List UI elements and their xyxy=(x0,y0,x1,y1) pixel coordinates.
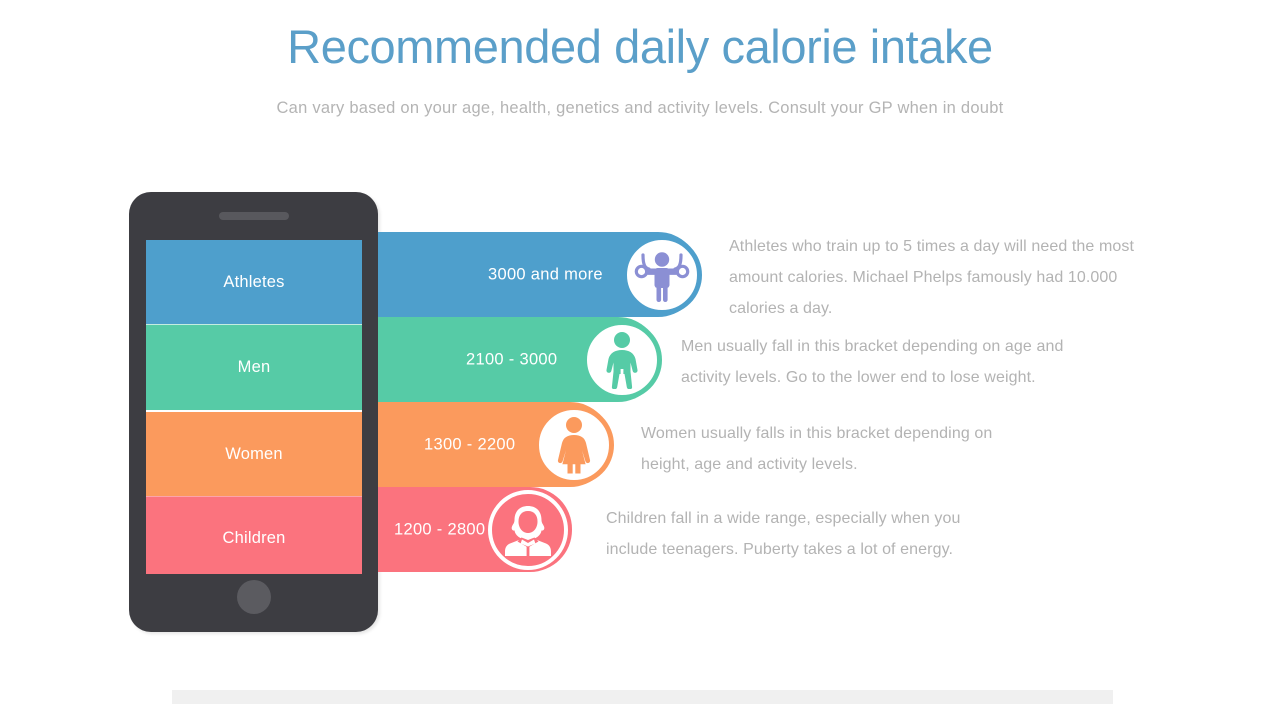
screen-band-label: Children xyxy=(222,528,286,547)
screen-band-children: Children xyxy=(146,496,362,574)
bar-row-athletes: 3000 and more xyxy=(378,232,708,317)
phone-home-button[interactable] xyxy=(236,580,271,614)
bar-value-athletes: 3000 and more xyxy=(488,265,603,283)
bar-row-children: 1200 - 2800 xyxy=(378,487,580,572)
schoolgirl-icon xyxy=(488,489,568,570)
screen-band-men: Men xyxy=(146,324,362,410)
description-men: Men usually fall in this bracket dependi… xyxy=(681,338,1064,386)
bar-row-women: 1300 - 2200 xyxy=(378,402,620,487)
description-women: Women usually falls in this bracket depe… xyxy=(641,425,993,473)
bar-value-women: 1300 - 2200 xyxy=(424,435,516,453)
description-children: Children fall in a wide range, especiall… xyxy=(606,510,961,558)
phone-speaker-icon xyxy=(218,212,289,220)
gymnast-rings-icon xyxy=(622,234,702,315)
screen-band-label: Women xyxy=(225,444,283,463)
bar-value-children: 1200 - 2800 xyxy=(394,520,486,538)
woman-icon xyxy=(534,404,614,485)
screen-band-label: Men xyxy=(237,358,271,376)
screen-band-label: Athletes xyxy=(223,272,285,291)
screen-band-women: Women xyxy=(146,410,362,496)
screen-band-athletes: Athletes xyxy=(146,240,362,324)
bottom-divider-strip xyxy=(172,690,1113,704)
page-subtitle: Can vary based on your age, health, gene… xyxy=(276,99,1004,117)
man-icon xyxy=(582,319,662,400)
bar-row-men: 2100 - 3000 xyxy=(378,317,668,402)
page-title: Recommended daily calorie intake xyxy=(287,20,993,73)
bar-value-men: 2100 - 3000 xyxy=(466,350,558,368)
phone-mockup: Athletes Men Women Children xyxy=(129,192,378,632)
phone-screen: Athletes Men Women Children xyxy=(146,240,362,574)
description-athletes: Athletes who train up to 5 times a day w… xyxy=(729,238,1135,317)
